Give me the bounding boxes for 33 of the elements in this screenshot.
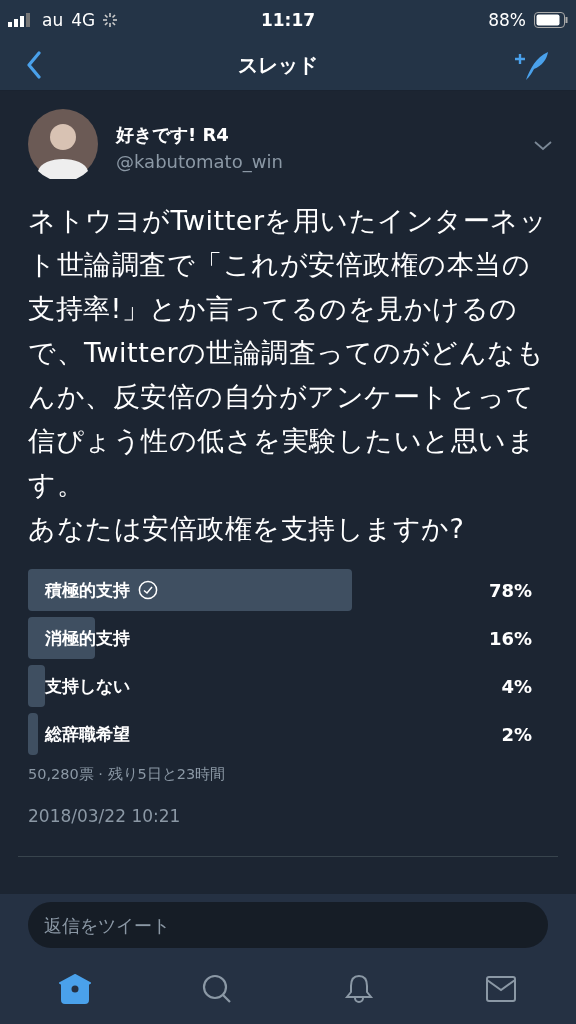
tweet-text: ネトウヨがTwitterを用いたインターネット世論調査で「これが安倍政権の本当の支持率!」とか言ってるのを見かけるので、Twitterの世論調査ってのがどんなもんか、反安倍の自分がアンケートとって信ぴょう性の低さを実験したいと思います。	[28, 204, 548, 502]
tweet-timestamp: 2018/03/22 10:21	[28, 806, 182, 826]
poll-percent: 78%	[487, 579, 533, 601]
poll-percent: 4%	[500, 675, 533, 697]
home-icon[interactable]	[59, 974, 91, 1004]
poll-bar	[28, 617, 95, 659]
poll-bar	[28, 665, 45, 707]
bell-icon[interactable]	[344, 974, 374, 1004]
poll-percent: 2%	[500, 723, 533, 745]
avatar[interactable]	[28, 109, 98, 179]
screen-title: スレッド	[238, 51, 318, 79]
battery-icon	[534, 12, 568, 28]
poll-summary: 50,280票 · 残り5日と23時間	[28, 765, 227, 784]
display-name[interactable]: 好きです! R4	[116, 123, 516, 147]
poll-percent: 16%	[487, 627, 533, 649]
chevron-down-icon[interactable]	[534, 141, 552, 151]
tweet-question: あなたは安倍政権を支持しますか?	[28, 512, 466, 546]
mail-icon[interactable]	[486, 976, 516, 1002]
clock-time: 11:17	[259, 10, 317, 30]
battery-percent: 88%	[488, 10, 526, 30]
poll-bar	[28, 713, 38, 755]
search-icon[interactable]	[202, 974, 232, 1004]
back-icon[interactable]	[26, 51, 42, 79]
loading-icon	[103, 13, 118, 27]
poll-option-label: 積極的支持	[45, 578, 130, 602]
poll-option-label: 支持しない	[45, 674, 130, 698]
poll-option-label: 総辞職希望	[45, 722, 130, 746]
carrier-label: au	[42, 10, 64, 30]
user-handle[interactable]: @kabutomato_win	[116, 151, 516, 172]
reply-field[interactable]: 返信をツイート	[28, 902, 548, 948]
compose-icon[interactable]	[514, 49, 550, 81]
poll-option-label: 消極的支持	[45, 626, 130, 650]
network-label: 4G	[71, 10, 96, 30]
